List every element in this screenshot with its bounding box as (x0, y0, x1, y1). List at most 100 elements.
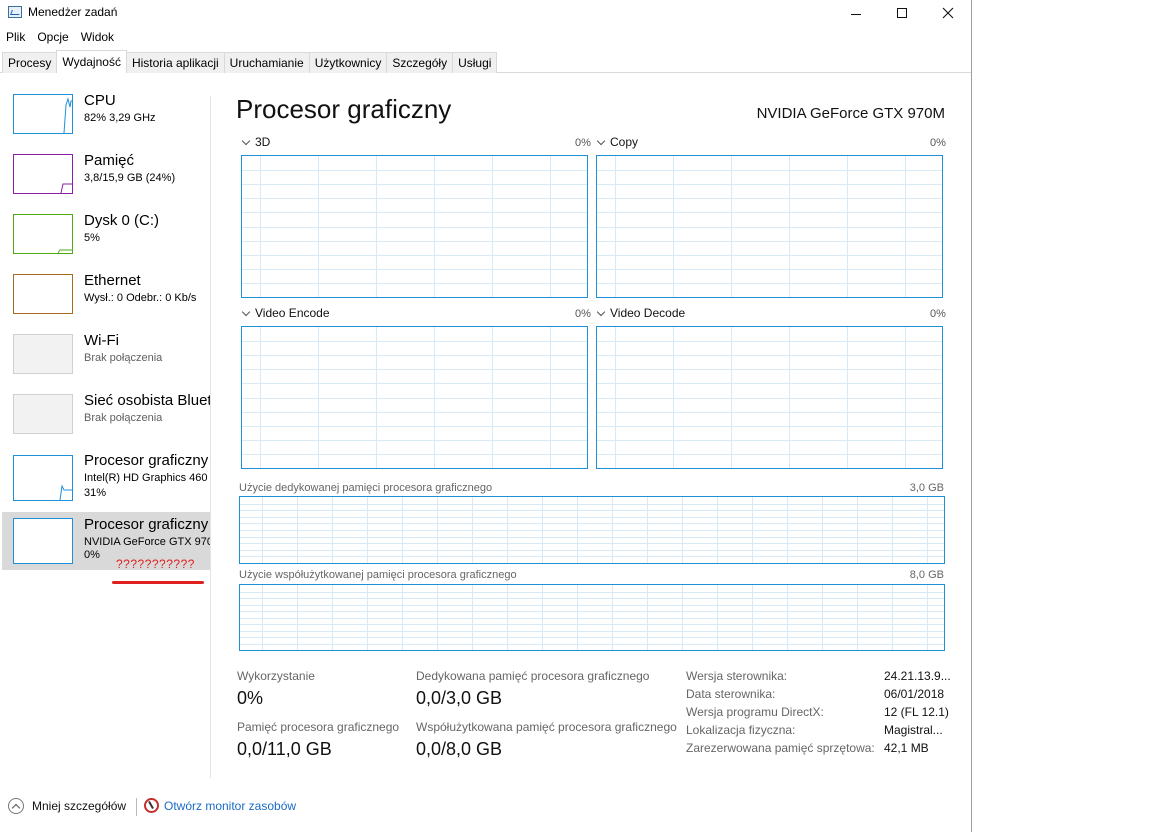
sidebar-item-memory[interactable]: Pamięć 3,8/15,9 GB (24%) (2, 148, 210, 208)
graph-encode-chart (241, 326, 588, 469)
graph-copy-grid (597, 156, 942, 297)
sidebar-item-percent: 0% (84, 549, 100, 561)
minimize-button[interactable] (833, 0, 879, 26)
resource-monitor-icon[interactable] (144, 798, 159, 813)
chevron-down-icon (596, 307, 606, 316)
performance-sidebar: CPU 82% 3,29 GHz Pamięć 3,8/15,9 GB (24%… (2, 88, 210, 778)
sidebar-item-value: 3,8/15,9 GB (24%) (84, 172, 176, 184)
ethernet-thumbnail (13, 274, 73, 314)
graph-encode-label: Video Encode (255, 306, 330, 320)
sidebar-item-label: Sieć osobista Bluet (84, 392, 210, 409)
sidebar-item-cpu[interactable]: CPU 82% 3,29 GHz (2, 88, 210, 148)
menu-bar: Plik Opcje Widok (0, 28, 120, 48)
gpu-nvidia-thumbnail (13, 518, 73, 564)
memory-thumbnail (13, 154, 73, 194)
utilization-value: 0% (237, 688, 264, 708)
bluetooth-thumbnail (13, 394, 73, 434)
task-manager-window: Menedżer zadań Plik Opcje Widok Procesy … (0, 0, 972, 832)
menu-file[interactable]: Plik (0, 28, 31, 48)
open-resource-monitor-link[interactable]: Otwórz monitor zasobów (164, 799, 296, 813)
sidebar-item-value: Wysł.: 0 Odebr.: 0 Kb/s (84, 292, 197, 304)
menu-view[interactable]: Widok (75, 28, 120, 48)
graph-decode-percent: 0% (930, 308, 946, 320)
gpu-model-name: NVIDIA GeForce GTX 970M (756, 105, 945, 122)
shared-memory-chart (239, 584, 945, 651)
wifi-thumbnail (13, 334, 73, 374)
tab-processes[interactable]: Procesy (2, 52, 58, 73)
chevron-down-icon (241, 307, 251, 316)
maximize-button[interactable] (879, 0, 925, 26)
task-manager-icon (8, 6, 22, 18)
sidebar-item-percent: 31% (84, 487, 107, 499)
dedicated-memory-chart (239, 496, 945, 564)
chevron-up-circle-icon[interactable] (8, 798, 24, 814)
disk-mini-graph (57, 249, 72, 253)
tab-services[interactable]: Usługi (452, 52, 498, 73)
graph-decode-label: Video Decode (610, 306, 686, 320)
menu-options[interactable]: Opcje (31, 28, 74, 48)
sidebar-divider (210, 96, 211, 778)
gpu-intel-thumbnail (13, 455, 73, 501)
sidebar-item-label: CPU (84, 92, 116, 109)
sidebar-item-label: Ethernet (84, 272, 141, 289)
graph-decode-chart (596, 326, 943, 469)
utilization-label: Wykorzystanie (237, 669, 315, 683)
shared-memory-grid (240, 585, 944, 650)
sidebar-item-value: Brak połączenia (84, 352, 163, 364)
sidebar-item-gpu-intel[interactable]: Procesor graficzny Intel(R) HD Graphics … (2, 448, 210, 508)
sidebar-item-label: Procesor graficzny (84, 516, 209, 533)
tab-details[interactable]: Szczegóły (386, 52, 454, 73)
dedicated-value: 0,0/3,0 GB (416, 688, 503, 708)
info-location-value: Magistral... (884, 723, 943, 737)
disk-thumbnail (13, 214, 73, 254)
info-driver-date-key: Data sterownika: (686, 687, 776, 701)
graph-copy-header[interactable]: Copy (595, 135, 638, 149)
graph-3d-percent: 0% (575, 137, 591, 149)
info-reserved-key: Zarezerwowana pamięć sprzętowa: (686, 741, 875, 755)
graph-3d-header[interactable]: 3D (240, 135, 270, 149)
tab-strip: Procesy Wydajność Historia aplikacji Uru… (2, 50, 498, 73)
page-title: Procesor graficzny (236, 94, 452, 124)
sidebar-item-value: Intel(R) HD Graphics 460 (84, 472, 208, 484)
sidebar-item-label: Pamięć (84, 152, 135, 169)
close-button[interactable] (925, 0, 971, 26)
sidebar-item-bluetooth[interactable]: Sieć osobista Bluet Brak połączenia (2, 388, 210, 448)
gpu-intel-mini-graph (59, 484, 72, 500)
gpu-memory-label: Pamięć procesora graficznego (237, 720, 400, 734)
info-directx-value: 12 (FL 12.1) (884, 705, 949, 719)
tab-users[interactable]: Użytkownicy (308, 52, 388, 73)
memory-mini-graph (60, 183, 72, 193)
graph-encode-percent: 0% (575, 308, 591, 320)
graph-decode-header[interactable]: Video Decode (595, 306, 685, 320)
graph-3d-label: 3D (255, 135, 271, 149)
chevron-down-icon (596, 136, 606, 145)
sidebar-item-ethernet[interactable]: Ethernet Wysł.: 0 Odebr.: 0 Kb/s (2, 268, 210, 328)
sidebar-item-wifi[interactable]: Wi-Fi Brak połączenia (2, 328, 210, 388)
red-underline-annotation (112, 581, 204, 584)
dedicated-memory-grid (240, 497, 944, 563)
footer-bar: Mniej szczegółów Otwórz monitor zasobów (0, 790, 971, 820)
sidebar-item-label: Procesor graficzny (84, 452, 209, 469)
graph-encode-header[interactable]: Video Encode (240, 306, 330, 320)
sidebar-item-value: Brak połączenia (84, 412, 163, 424)
sidebar-item-value: NVIDIA GeForce GTX 970 (84, 536, 210, 548)
info-directx-key: Wersja programu DirectX: (686, 705, 824, 719)
info-driver-date-value: 06/01/2018 (884, 687, 945, 701)
tab-startup[interactable]: Uruchamianie (223, 52, 310, 73)
sidebar-item-label: Wi-Fi (84, 332, 119, 349)
title-bar: Menedżer zadań (0, 0, 971, 26)
shared-memory-label: Użycie współużytkowanej pamięci procesor… (239, 569, 517, 581)
sidebar-item-disk[interactable]: Dysk 0 (C:) 5% (2, 208, 210, 268)
info-driver-version-value: 24.21.13.9... (884, 669, 951, 683)
fewer-details-link[interactable]: Mniej szczegółów (32, 799, 126, 813)
gpu-memory-value: 0,0/11,0 GB (237, 739, 332, 759)
cpu-mini-graph (63, 97, 72, 133)
window-title: Menedżer zadań (28, 5, 118, 19)
tab-app-history[interactable]: Historia aplikacji (125, 52, 225, 73)
sidebar-item-value: 82% 3,29 GHz (84, 112, 156, 124)
info-location-key: Lokalizacja fizyczna: (686, 723, 796, 737)
sidebar-item-label: Dysk 0 (C:) (84, 212, 159, 229)
tab-performance[interactable]: Wydajność (56, 50, 127, 73)
footer-divider (136, 798, 137, 816)
shared-value: 0,0/8,0 GB (416, 739, 503, 759)
